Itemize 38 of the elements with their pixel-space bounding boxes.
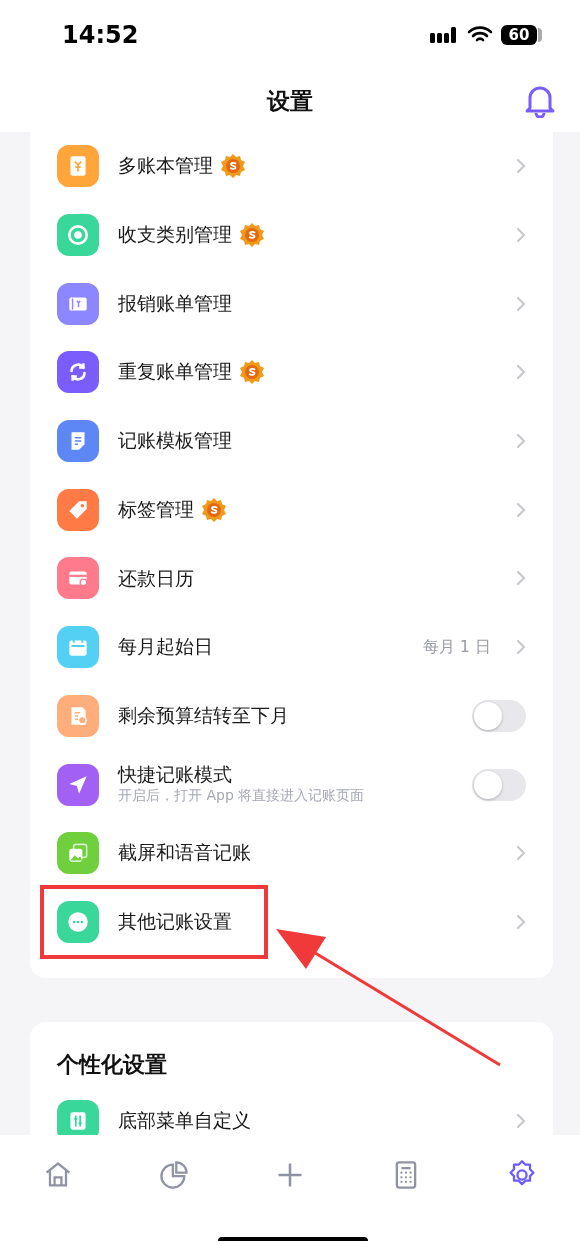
- bell-icon[interactable]: [524, 84, 556, 118]
- setting-label[interactable]: 截屏和语音记账: [118, 842, 251, 865]
- signal-icon: [429, 25, 459, 45]
- chevron-right-icon: [516, 158, 526, 175]
- coin-icon: [240, 360, 264, 385]
- chevron-right-icon: [516, 501, 526, 518]
- setting-label[interactable]: 标签管理: [118, 498, 194, 521]
- chevron-right-icon: [516, 433, 526, 450]
- chevron-right-icon: [516, 570, 526, 587]
- setting-label[interactable]: 底部菜单自定义: [118, 1109, 251, 1132]
- chevron-right-icon: [516, 845, 526, 862]
- setting-label[interactable]: 剩余预算结转至下月: [118, 704, 289, 727]
- chevron-right-icon: [516, 295, 526, 312]
- chevron-right-icon: [516, 227, 526, 244]
- setting-label[interactable]: 报销账单管理: [118, 292, 232, 315]
- section-title: 个性化设置: [57, 1051, 168, 1080]
- coin-icon: [240, 223, 264, 248]
- setting-label[interactable]: 记账模板管理: [118, 430, 232, 452]
- setting-label[interactable]: 重复账单管理: [118, 361, 232, 384]
- setting-label[interactable]: 多账本管理: [118, 155, 213, 178]
- setting-label[interactable]: 收支类别管理: [118, 224, 232, 246]
- coin-icon: [202, 497, 226, 522]
- status-time: 14:52: [62, 21, 139, 49]
- chevron-right-icon: [516, 1112, 526, 1129]
- setting-description: 开启后，打开 App 将直接进入记账页面: [118, 787, 366, 806]
- chevron-right-icon: [516, 639, 526, 656]
- setting-label[interactable]: 其他记账设置: [118, 911, 232, 933]
- toggle-switch[interactable]: [472, 699, 526, 732]
- chevron-right-icon: [516, 364, 526, 381]
- setting-label[interactable]: 快捷记账模式: [118, 763, 232, 786]
- toggle-switch[interactable]: [472, 768, 526, 801]
- setting-label[interactable]: 每月起始日: [118, 636, 213, 659]
- coin-icon: [221, 154, 245, 179]
- setting-label[interactable]: 还款日历: [118, 567, 194, 590]
- setting-value: 每月 1 日: [422, 636, 491, 658]
- battery-level: 60: [501, 25, 537, 45]
- page-title: 设置: [267, 86, 313, 116]
- chevron-right-icon: [516, 913, 526, 930]
